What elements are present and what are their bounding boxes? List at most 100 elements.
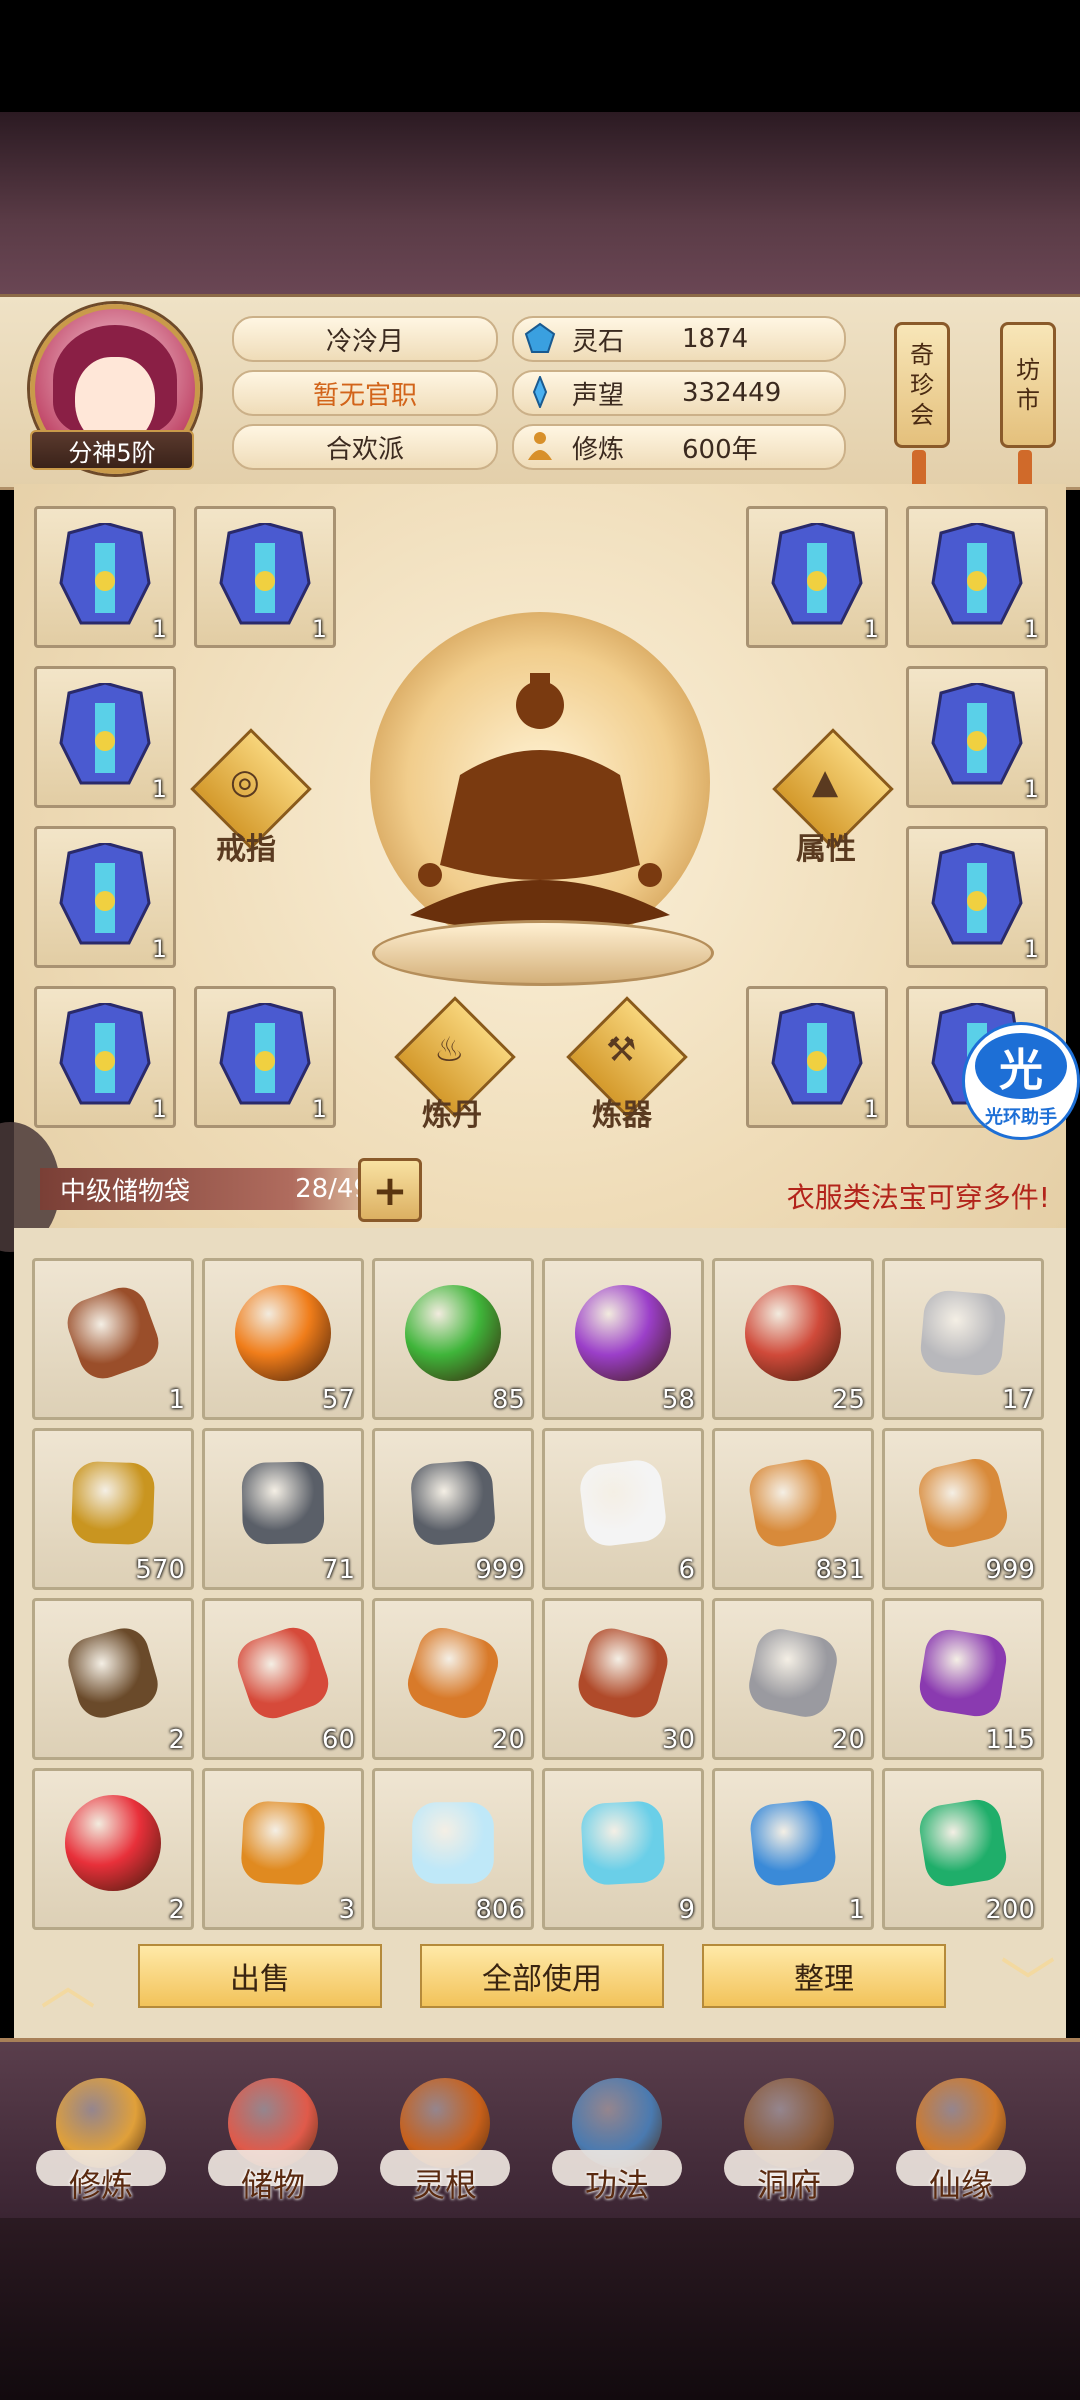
item-count: 115 bbox=[985, 1725, 1035, 1755]
equip-slot[interactable]: 1 bbox=[34, 826, 176, 968]
inventory-slot[interactable]: 9 bbox=[542, 1768, 704, 1930]
item-count: 1 bbox=[151, 775, 167, 803]
armor-icon bbox=[931, 683, 1023, 785]
item-count: 999 bbox=[985, 1555, 1035, 1585]
expand-bag-button[interactable]: + bbox=[358, 1158, 422, 1222]
nav-item[interactable]: 功法 bbox=[542, 2070, 692, 2220]
item-count: 6 bbox=[678, 1555, 695, 1585]
treasure-fair-button[interactable]: 奇 珍 会 bbox=[894, 322, 950, 448]
item-count: 1 bbox=[863, 1095, 879, 1123]
purple-berry-icon bbox=[916, 1626, 1010, 1720]
equip-slot[interactable]: 1 bbox=[34, 666, 176, 808]
armor-icon bbox=[771, 523, 863, 625]
inventory-slot[interactable]: 200 bbox=[882, 1768, 1044, 1930]
inventory-slot[interactable]: 806 bbox=[372, 1768, 534, 1930]
market-button[interactable]: 坊 市 bbox=[1000, 322, 1056, 448]
inventory-slot[interactable]: 2 bbox=[32, 1598, 194, 1760]
shop-label-char: 珍 bbox=[910, 371, 934, 399]
equip-slot[interactable]: 1 bbox=[194, 986, 336, 1128]
item-count: 570 bbox=[135, 1555, 185, 1585]
inventory-slot[interactable]: 17 bbox=[882, 1258, 1044, 1420]
sect-name: 合欢派 bbox=[232, 424, 498, 470]
inventory-slot[interactable]: 20 bbox=[372, 1598, 534, 1760]
resource-label: 修炼 bbox=[572, 434, 625, 465]
sell-button[interactable]: 出售 bbox=[138, 1944, 382, 2008]
nav-label: 仙缘 bbox=[928, 2166, 993, 2204]
item-count: 58 bbox=[661, 1385, 695, 1415]
orange-orb-icon bbox=[235, 1285, 331, 1381]
official-title[interactable]: 暂无官职 bbox=[232, 370, 498, 416]
item-count: 1 bbox=[1023, 775, 1039, 803]
nav-label: 功法 bbox=[584, 2166, 649, 2204]
equip-slot[interactable]: 1 bbox=[906, 826, 1048, 968]
inventory-slot[interactable]: 58 bbox=[542, 1258, 704, 1420]
sort-button[interactable]: 整理 bbox=[702, 1944, 946, 2008]
red-pearl-icon bbox=[65, 1795, 161, 1891]
inventory-slot[interactable]: 115 bbox=[882, 1598, 1044, 1760]
inventory-slot[interactable]: 3 bbox=[202, 1768, 364, 1930]
item-count: 60 bbox=[321, 1725, 355, 1755]
inventory-slot[interactable]: 30 bbox=[542, 1598, 704, 1760]
equip-slot[interactable]: 1 bbox=[34, 506, 176, 648]
inventory-slot[interactable]: 570 bbox=[32, 1428, 194, 1590]
equip-slot[interactable]: 1 bbox=[746, 986, 888, 1128]
equip-slot[interactable]: 1 bbox=[906, 666, 1048, 808]
resource-label: 声望 bbox=[572, 380, 625, 411]
nav-item[interactable]: 洞府 bbox=[714, 2070, 864, 2220]
inventory-slot[interactable]: 60 bbox=[202, 1598, 364, 1760]
item-count: 1 bbox=[311, 1095, 327, 1123]
inventory-slot[interactable]: 85 bbox=[372, 1258, 534, 1420]
item-count: 1 bbox=[1023, 935, 1039, 963]
use-all-button[interactable]: 全部使用 bbox=[420, 1944, 664, 2008]
equip-slot[interactable]: 1 bbox=[34, 986, 176, 1128]
halo-label: 光环助手 bbox=[985, 1107, 1057, 1128]
resource-prestige: 声望 332449 bbox=[512, 370, 846, 416]
shop-label-char: 会 bbox=[910, 401, 934, 429]
armor-icon bbox=[59, 683, 151, 785]
item-count: 3 bbox=[338, 1895, 355, 1925]
inventory-slot[interactable]: 57 bbox=[202, 1258, 364, 1420]
prestige-icon bbox=[532, 376, 548, 408]
ginseng-icon bbox=[745, 1455, 841, 1551]
equip-slot[interactable]: 1 bbox=[746, 506, 888, 648]
inventory-slot[interactable]: 1 bbox=[712, 1768, 874, 1930]
bag-name: 中级储物袋 bbox=[60, 1176, 191, 1207]
storage-bag-bar: 中级储物袋 28/49 bbox=[40, 1168, 400, 1210]
armor-icon bbox=[219, 523, 311, 625]
inventory-slot[interactable]: 6 bbox=[542, 1428, 704, 1590]
meditation-icon: ▲ bbox=[812, 762, 839, 802]
armor-icon bbox=[59, 843, 151, 945]
inventory-slot[interactable]: 2 bbox=[32, 1768, 194, 1930]
inventory-slot[interactable]: 71 bbox=[202, 1428, 364, 1590]
nav-label: 灵根 bbox=[412, 2166, 477, 2204]
halo-icon: 光 bbox=[975, 1033, 1067, 1099]
armor-icon bbox=[59, 523, 151, 625]
nav-item[interactable]: 仙缘 bbox=[886, 2070, 1036, 2220]
item-count: 2 bbox=[168, 1895, 185, 1925]
item-count: 1 bbox=[1023, 615, 1039, 643]
inventory-slot[interactable]: 1 bbox=[32, 1258, 194, 1420]
resource-cultivation: 修炼 600年 bbox=[512, 424, 846, 470]
nav-item[interactable]: 修炼 bbox=[26, 2070, 176, 2220]
anvil-icon: ⚒ bbox=[606, 1030, 637, 1070]
inventory-slot[interactable]: 25 bbox=[712, 1258, 874, 1420]
inventory-slot[interactable]: 831 bbox=[712, 1428, 874, 1590]
inventory-slot[interactable]: 20 bbox=[712, 1598, 874, 1760]
item-count: 999 bbox=[475, 1555, 525, 1585]
armor-icon bbox=[931, 523, 1023, 625]
scroll-down-icon[interactable]: ﹀ bbox=[1000, 1940, 1056, 2021]
item-count: 30 bbox=[661, 1725, 695, 1755]
item-count: 1 bbox=[151, 935, 167, 963]
item-count: 200 bbox=[985, 1895, 1035, 1925]
nav-item[interactable]: 储物 bbox=[198, 2070, 348, 2220]
inventory-slot[interactable]: 999 bbox=[882, 1428, 1044, 1590]
inventory-slot[interactable]: 999 bbox=[372, 1428, 534, 1590]
halo-assistant-button[interactable]: 光 光环助手 bbox=[962, 1022, 1080, 1140]
armor-icon bbox=[931, 843, 1023, 945]
nav-label: 洞府 bbox=[756, 2166, 821, 2204]
scroll-up-icon[interactable]: ︿ bbox=[40, 1940, 96, 2021]
equip-slot[interactable]: 1 bbox=[194, 506, 336, 648]
equip-slot[interactable]: 1 bbox=[906, 506, 1048, 648]
shop-label-char: 坊 bbox=[1016, 356, 1040, 384]
nav-item[interactable]: 灵根 bbox=[370, 2070, 520, 2220]
